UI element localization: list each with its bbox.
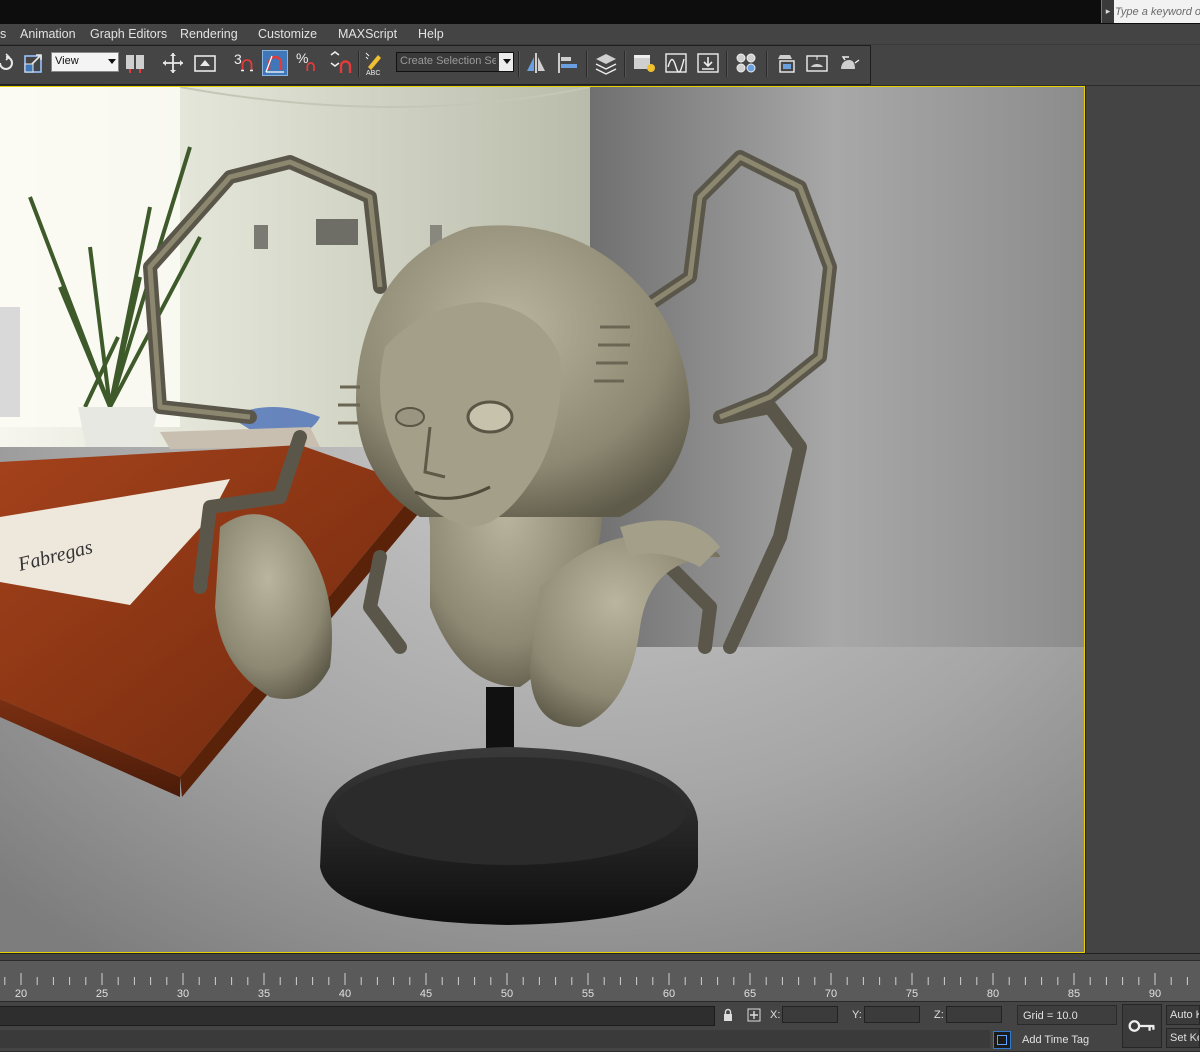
main-toolbar: View 3 % ABC Create Selection Se: [0, 44, 1200, 85]
lock-icon[interactable]: [721, 1008, 735, 1022]
creature-eye: [395, 407, 425, 427]
ruler-label: 50: [500, 988, 514, 1000]
ruler-label: 75: [905, 988, 919, 1000]
ruler-label: 20: [14, 988, 28, 1000]
ruler-label: 30: [176, 988, 190, 1000]
ruler-label: 35: [257, 988, 271, 1000]
search-expand-icon[interactable]: ▸: [1102, 0, 1114, 23]
align-icon[interactable]: [556, 51, 580, 75]
named-selection-dropdown[interactable]: Create Selection Se: [396, 52, 514, 72]
title-strip: [0, 0, 1200, 24]
toolbar-separator: [358, 51, 360, 77]
timeline: 20 25 30 35 40 45 50 55 60 65 70 75 80 8…: [0, 953, 1200, 1002]
menu-item-maxscript[interactable]: MAXScript: [338, 27, 397, 41]
ruler-label: 55: [581, 988, 595, 1000]
angle-snap-icon[interactable]: [262, 50, 288, 76]
search-input[interactable]: [1115, 3, 1200, 20]
spinner-snap-icon[interactable]: [328, 51, 352, 75]
abc-label: ABC: [366, 70, 381, 77]
viewport-scene: Fabregas: [0, 87, 1084, 952]
toolbar-separator: [726, 51, 728, 77]
named-selection-placeholder: Create Selection Se: [400, 55, 496, 67]
z-label: Z:: [934, 1009, 944, 1021]
ruler-label: 65: [743, 988, 757, 1000]
maxscript-listener-field[interactable]: [0, 1006, 715, 1026]
layer-manager-icon[interactable]: [594, 51, 618, 75]
key-icon: [1128, 1020, 1155, 1032]
x-coordinate-field[interactable]: [782, 1006, 838, 1023]
curve-editor-icon[interactable]: [664, 51, 688, 75]
wall-picture: [316, 219, 358, 245]
grid-size-readout: Grid = 10.0: [1017, 1005, 1117, 1025]
y-coordinate-field[interactable]: [864, 1006, 920, 1023]
rendered-frame-window-icon[interactable]: [805, 51, 829, 75]
ruler-label: 90: [1148, 988, 1162, 1000]
rotate-icon[interactable]: [0, 51, 18, 75]
wall-note: [254, 225, 268, 249]
ruler-label: 85: [1067, 988, 1081, 1000]
y-label: Y:: [852, 1009, 862, 1021]
menu-item-rendering[interactable]: Rendering: [180, 27, 238, 41]
add-time-tag-button[interactable]: Add Time Tag: [1017, 1030, 1117, 1050]
select-move-icon[interactable]: [161, 51, 185, 75]
menu-bar: s Animation Graph Editors Rendering Cust…: [0, 24, 1200, 44]
schematic-view-icon[interactable]: [696, 51, 720, 75]
scene-explorer-icon[interactable]: [632, 51, 656, 75]
select-scale-icon[interactable]: [22, 51, 46, 75]
stand-base-top: [334, 757, 686, 865]
prompt-line: [0, 1030, 990, 1048]
toolbar-separator: [518, 51, 520, 77]
menu-item-views[interactable]: s: [0, 27, 6, 41]
set-key-button[interactable]: [1122, 1004, 1162, 1048]
reference-coordinate-value: View: [55, 55, 79, 67]
edit-named-selection-icon[interactable]: ABC: [364, 51, 388, 77]
ruler-label: 70: [824, 988, 838, 1000]
x-label: X:: [770, 1009, 781, 1021]
ruler-label: 80: [986, 988, 1000, 1000]
absolute-mode-icon[interactable]: [747, 1008, 761, 1022]
time-tag-icon[interactable]: [993, 1031, 1011, 1049]
mirror-icon[interactable]: [524, 51, 548, 75]
toolbar-separator: [586, 51, 588, 77]
command-panel: [1086, 86, 1200, 953]
menu-item-graph-editors[interactable]: Graph Editors: [90, 27, 167, 41]
ruler-ticks: [4, 973, 1188, 985]
snap-toggle-icon[interactable]: 3: [232, 51, 256, 75]
viewport-container: Fabregas: [0, 86, 1086, 953]
time-ruler[interactable]: 20 25 30 35 40 45 50 55 60 65 70 75 80 8…: [0, 960, 1200, 1001]
toolbar-separator: [766, 51, 768, 77]
creature-eye: [466, 400, 514, 434]
toolbar-separator: [624, 51, 626, 77]
menu-item-animation[interactable]: Animation: [20, 27, 76, 41]
search-box: ▸: [1101, 0, 1200, 23]
set-key-toggle[interactable]: Set Key: [1166, 1028, 1200, 1048]
ruler-label: 25: [95, 988, 109, 1000]
status-bar: X: Y: Z: Grid = 10.0 Add Time Tag Auto K…: [0, 1001, 1200, 1051]
z-coordinate-field[interactable]: [946, 1006, 1002, 1023]
render-production-icon[interactable]: [836, 51, 860, 75]
reference-coordinate-dropdown[interactable]: View: [51, 52, 119, 72]
menu-item-help[interactable]: Help: [418, 27, 444, 41]
plant-pot: [78, 407, 158, 447]
ruler-label: 60: [662, 988, 676, 1000]
render-setup-icon[interactable]: [774, 51, 798, 75]
material-editor-icon[interactable]: [734, 51, 758, 75]
pivot-icon[interactable]: [123, 51, 147, 75]
auto-key-button[interactable]: Auto Key: [1166, 1005, 1200, 1025]
percent-snap-icon[interactable]: %: [296, 50, 320, 75]
monitor: [0, 307, 20, 417]
perspective-viewport[interactable]: Fabregas: [0, 86, 1085, 953]
chevron-down-icon: [108, 59, 116, 64]
keyboard-shortcut-icon[interactable]: [193, 51, 217, 75]
ruler-label: 45: [419, 988, 433, 1000]
menu-item-customize[interactable]: Customize: [258, 27, 317, 41]
ruler-label: 40: [338, 988, 352, 1000]
chevron-down-icon: [503, 59, 511, 64]
